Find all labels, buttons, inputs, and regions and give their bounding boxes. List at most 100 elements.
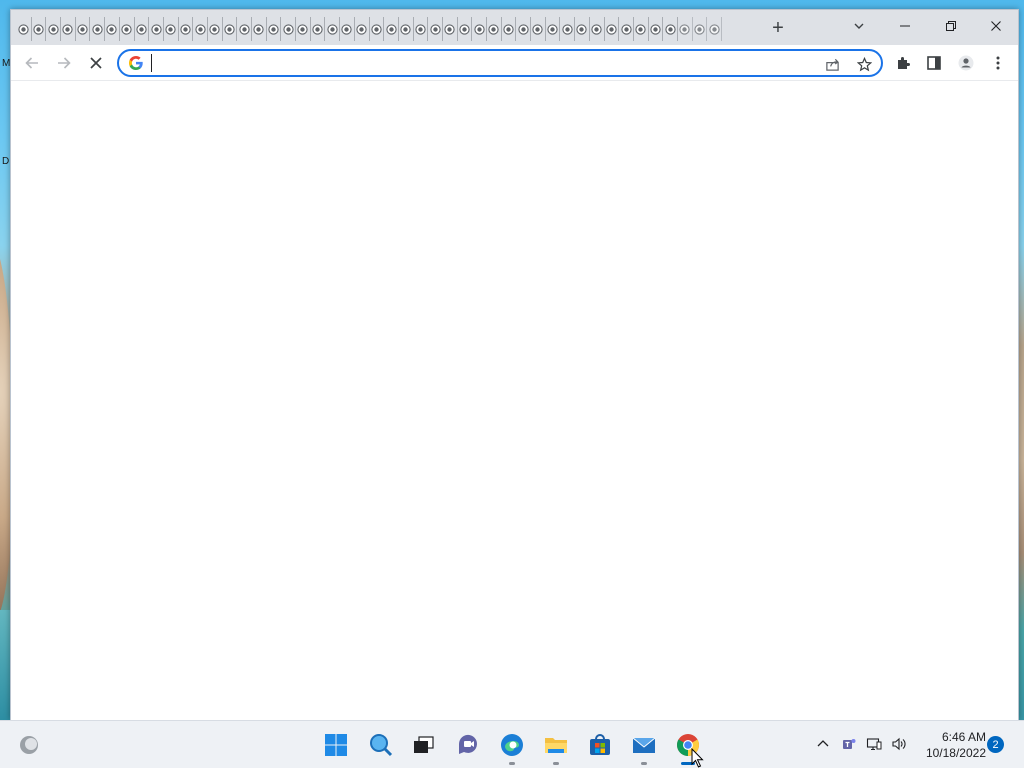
network-button[interactable] xyxy=(864,734,884,754)
running-indicator xyxy=(553,762,559,765)
notification-badge[interactable]: 2 xyxy=(987,736,1004,753)
browser-tab[interactable] xyxy=(619,17,634,41)
browser-tab[interactable] xyxy=(443,17,458,41)
address-bar[interactable] xyxy=(117,49,883,77)
globe-icon xyxy=(327,23,338,35)
edge-button[interactable] xyxy=(497,730,527,765)
desktop-icon-label-2[interactable]: D xyxy=(2,156,9,167)
widgets-button[interactable] xyxy=(14,730,44,760)
browser-tab[interactable] xyxy=(193,17,208,41)
browser-tab[interactable] xyxy=(135,17,150,41)
browser-tab[interactable] xyxy=(208,17,223,41)
browser-tab[interactable] xyxy=(428,17,443,41)
globe-icon xyxy=(532,23,544,35)
browser-tab[interactable] xyxy=(311,17,326,41)
store-button[interactable] xyxy=(585,730,615,760)
browser-tab[interactable] xyxy=(32,17,47,41)
arrow-left-icon xyxy=(25,57,38,69)
browser-tab[interactable] xyxy=(590,17,605,41)
address-input[interactable] xyxy=(151,54,791,72)
teams-chat-button[interactable] xyxy=(453,730,483,760)
folder-icon xyxy=(545,738,567,753)
browser-tab[interactable] xyxy=(516,17,532,41)
browser-tab[interactable] xyxy=(252,17,267,41)
browser-tab[interactable] xyxy=(634,17,649,41)
mail-button[interactable] xyxy=(629,730,659,765)
browser-tab[interactable] xyxy=(237,17,252,41)
browser-tab[interactable] xyxy=(267,17,282,41)
browser-tab[interactable] xyxy=(678,17,693,41)
search-button[interactable] xyxy=(366,730,396,760)
globe-icon xyxy=(150,23,162,35)
file-explorer-button[interactable] xyxy=(541,730,571,765)
browser-tab[interactable] xyxy=(502,17,517,41)
browser-tab[interactable] xyxy=(17,17,32,41)
browser-tab[interactable] xyxy=(281,17,297,41)
browser-tab[interactable] xyxy=(76,17,91,41)
browser-tab[interactable] xyxy=(325,17,341,41)
browser-tab[interactable] xyxy=(531,17,546,41)
browser-tab[interactable] xyxy=(179,17,194,41)
tab-search-button[interactable] xyxy=(837,10,881,42)
restore-button[interactable] xyxy=(929,10,973,42)
browser-tab[interactable] xyxy=(384,17,399,41)
browser-tab[interactable] xyxy=(458,17,473,41)
task-view-button[interactable] xyxy=(408,730,438,760)
share-button[interactable] xyxy=(823,55,841,73)
back-button[interactable] xyxy=(19,50,45,76)
profile-button[interactable] xyxy=(954,51,978,75)
minimize-button[interactable] xyxy=(883,10,927,42)
browser-tab[interactable] xyxy=(663,17,678,41)
globe-icon xyxy=(136,23,147,35)
browser-tab[interactable] xyxy=(414,17,429,41)
volume-button[interactable] xyxy=(889,734,909,754)
extensions-button[interactable] xyxy=(891,51,915,75)
stop-loading-button[interactable] xyxy=(83,50,109,76)
globe-icon xyxy=(635,23,646,35)
globe-icon xyxy=(562,23,573,35)
bookmark-button[interactable] xyxy=(855,55,873,73)
globe-icon xyxy=(620,23,632,35)
browser-tab[interactable] xyxy=(90,17,106,41)
browser-tab[interactable] xyxy=(296,17,311,41)
globe-icon xyxy=(664,23,676,35)
browser-tab[interactable] xyxy=(120,17,135,41)
side-panel-icon xyxy=(927,56,941,70)
browser-tab[interactable] xyxy=(340,17,355,41)
side-panel-button[interactable] xyxy=(922,51,946,75)
browser-tab[interactable] xyxy=(46,17,62,41)
globe-icon xyxy=(312,23,323,35)
browser-tab[interactable] xyxy=(546,17,561,41)
page-content[interactable] xyxy=(11,82,1018,720)
browser-tab[interactable] xyxy=(605,17,620,41)
browser-tab[interactable] xyxy=(105,17,120,41)
show-hidden-icons-button[interactable] xyxy=(813,734,833,754)
browser-tab[interactable] xyxy=(560,17,576,41)
browser-tab[interactable] xyxy=(487,17,502,41)
browser-tab[interactable] xyxy=(649,17,664,41)
browser-tab[interactable] xyxy=(355,17,370,41)
clock[interactable]: 6:46 AM 10/18/2022 xyxy=(916,729,986,761)
globe-icon xyxy=(62,23,74,35)
browser-tab[interactable] xyxy=(61,17,76,41)
start-button[interactable] xyxy=(321,730,351,760)
browser-tab[interactable] xyxy=(399,17,414,41)
browser-tab[interactable] xyxy=(575,17,590,41)
restore-icon xyxy=(946,21,956,31)
close-button[interactable] xyxy=(974,10,1018,42)
browser-tab[interactable] xyxy=(149,17,164,41)
browser-tab[interactable] xyxy=(472,17,487,41)
tab-strip: + xyxy=(11,10,1018,45)
browser-menu-button[interactable] xyxy=(986,51,1010,75)
browser-tab[interactable] xyxy=(164,17,179,41)
chevron-up-icon xyxy=(817,740,829,747)
clock-date: 10/18/2022 xyxy=(925,746,986,760)
forward-button[interactable] xyxy=(51,50,77,76)
browser-tab[interactable] xyxy=(693,17,708,41)
browser-tab[interactable] xyxy=(223,17,238,41)
browser-tab[interactable] xyxy=(707,17,722,41)
google-g-icon xyxy=(129,56,143,70)
teams-tray-button[interactable] xyxy=(839,734,859,754)
browser-tab[interactable] xyxy=(370,17,385,41)
new-tab-button[interactable]: + xyxy=(766,16,790,40)
